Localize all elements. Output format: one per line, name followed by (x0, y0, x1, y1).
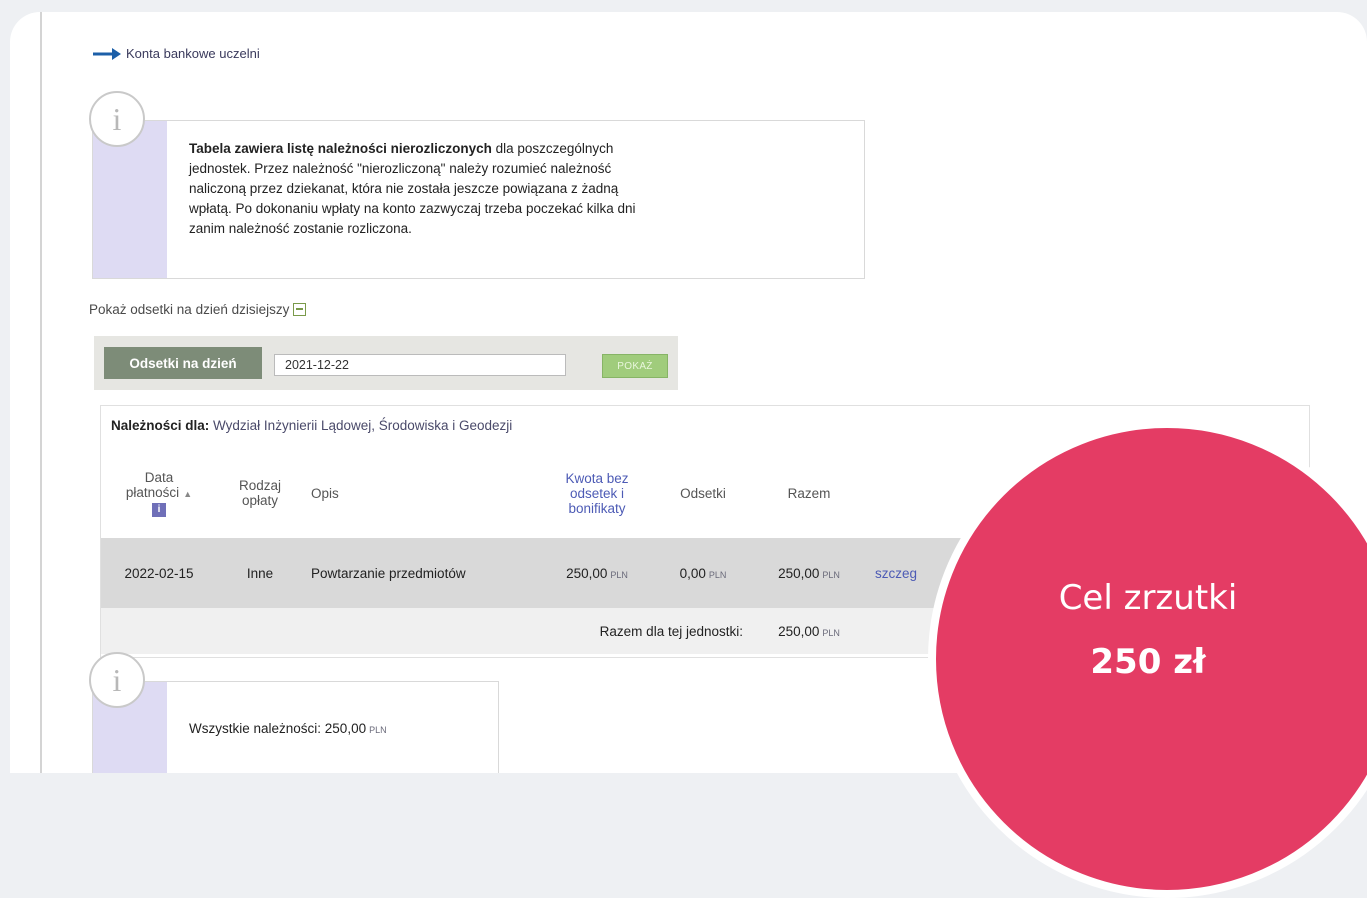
info-icon[interactable]: i (152, 502, 166, 517)
col-amount[interactable]: Kwota bez odsetek i bonifikaty (539, 448, 655, 538)
info-line-4: wpłatą. Po dokonaniu wpłaty na konto zaz… (189, 201, 636, 216)
col-total: Razem (751, 448, 867, 538)
cell-interest: 0,00 PLN (655, 538, 751, 608)
cell-description: Powtarzanie przedmiotów (303, 538, 539, 608)
sum-value: 250,00 PLN (751, 608, 867, 654)
interest-date-label: Odsetki na dzień (104, 347, 262, 379)
page-left-border (40, 12, 42, 773)
dues-caption-label: Należności dla: (111, 418, 210, 433)
info-box-side (93, 121, 167, 278)
col-fee-type: Rodzaj opłaty (217, 448, 303, 538)
dues-caption: Należności dla: Wydział Inżynierii Lądow… (111, 418, 512, 433)
sum-label: Razem dla tej jednostki: (101, 608, 751, 654)
arrow-right-icon (93, 47, 121, 60)
goal-amount: 250 zł (1090, 642, 1206, 682)
info-line-2: jednostek. Przez należność "nierozliczon… (189, 161, 612, 176)
info-line-5: zanim należność zostanie rozliczona. (189, 221, 412, 236)
interest-date-input[interactable] (274, 354, 566, 376)
external-link-icon[interactable] (293, 303, 307, 316)
sort-ascending-icon[interactable]: ▲ (183, 489, 192, 499)
show-interest-link[interactable]: Pokaż odsetki na dzień dzisiejszy (89, 302, 307, 317)
cell-amount: 250,00 PLN (539, 538, 655, 608)
info-box-unsettled: i Tabela zawiera listę należności nieroz… (89, 91, 865, 279)
info-icon: i (89, 652, 145, 708)
details-link[interactable]: szczeg (875, 566, 917, 581)
bank-accounts-link[interactable]: Konta bankowe uczelni (92, 46, 260, 61)
show-interest-label[interactable]: Pokaż odsetki na dzień dzisiejszy (89, 302, 289, 317)
info-line-3: naliczoną przez dziekanat, która nie zos… (189, 181, 619, 196)
col-description: Opis (303, 448, 539, 538)
cell-date: 2022-02-15 (101, 538, 217, 608)
show-button[interactable]: POKAŻ (602, 354, 668, 378)
cell-type: Inne (217, 538, 303, 608)
all-dues-text: Wszystkie należności: 250,00 PLN (189, 721, 387, 736)
dues-caption-unit: Wydział Inżynierii Lądowej, Środowiska i… (213, 418, 513, 433)
bank-accounts-link-label[interactable]: Konta bankowe uczelni (126, 46, 260, 61)
col-payment-date[interactable]: Data płatności ▲ i (101, 448, 217, 538)
cell-total: 250,00 PLN (751, 538, 867, 608)
col-interest: Odsetki (655, 448, 751, 538)
interest-filter-bar: Odsetki na dzień POKAŻ (94, 336, 678, 390)
info-line-1: Tabela zawiera listę należności nierozli… (189, 141, 614, 156)
info-icon: i (89, 91, 145, 147)
goal-title: Cel zrzutki (1058, 578, 1238, 618)
info-text: Tabela zawiera listę należności nierozli… (189, 139, 636, 239)
info-box-all-dues: i Wszystkie należności: 250,00 PLN (89, 652, 499, 773)
